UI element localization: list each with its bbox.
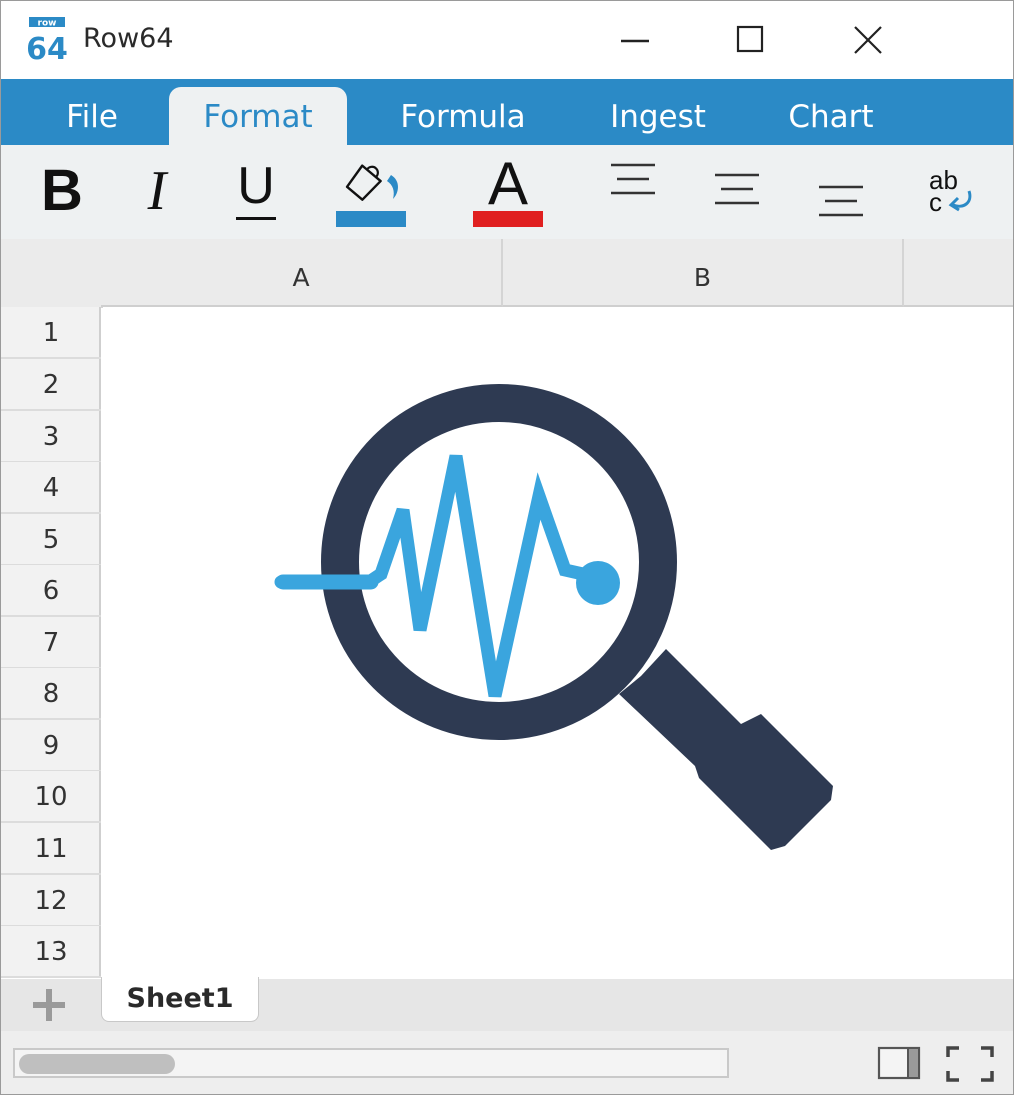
row-header-6[interactable]: 6 — [1, 565, 101, 617]
add-sheet-button[interactable] — [31, 987, 67, 1023]
row-header-13[interactable]: 13 — [1, 926, 101, 978]
app-title: Row64 — [83, 23, 174, 54]
paint-bucket-icon — [336, 164, 406, 227]
plus-icon — [33, 989, 65, 1021]
row-header-12[interactable]: 12 — [1, 875, 101, 927]
side-panel-icon — [877, 1046, 921, 1080]
underline-button[interactable]: U — [233, 155, 279, 225]
align-top-button[interactable] — [607, 161, 659, 201]
align-middle-icon — [715, 173, 759, 205]
maximize-button[interactable] — [720, 15, 780, 65]
sheet-tab-sheet1[interactable]: Sheet1 — [101, 977, 259, 1022]
magnifier-pulse-icon[interactable] — [271, 384, 841, 913]
row-header-2[interactable]: 2 — [1, 359, 101, 411]
row-header-5[interactable]: 5 — [1, 514, 101, 566]
row-header-8[interactable]: 8 — [1, 668, 101, 720]
row-header-7[interactable]: 7 — [1, 617, 101, 669]
underline-label: U — [237, 157, 275, 215]
select-all-corner[interactable] — [1, 239, 103, 308]
italic-button[interactable]: I — [135, 159, 179, 223]
fullscreen-icon — [946, 1046, 994, 1082]
sheet-tab-bar: Sheet1 — [1, 977, 1013, 1031]
column-header-b[interactable]: B — [503, 239, 904, 307]
fullscreen-button[interactable] — [945, 1045, 995, 1083]
minimize-button[interactable] — [605, 15, 665, 65]
row-header-11[interactable]: 11 — [1, 823, 101, 875]
align-middle-button[interactable] — [711, 171, 763, 211]
font-color-button[interactable]: A — [471, 153, 545, 229]
row-header-9[interactable]: 9 — [1, 720, 101, 772]
italic-label: I — [147, 160, 167, 222]
row-header-10[interactable]: 10 — [1, 771, 101, 823]
tab-ingest[interactable]: Ingest — [599, 87, 717, 145]
wrap-text-button[interactable]: ab c — [925, 167, 977, 219]
scrollbar-thumb[interactable] — [19, 1054, 175, 1074]
tab-file[interactable]: File — [51, 87, 133, 145]
align-top-icon — [611, 163, 655, 195]
row-header-4[interactable]: 4 — [1, 462, 101, 514]
row-header-3[interactable]: 3 — [1, 411, 101, 463]
fill-color-button[interactable] — [335, 155, 407, 229]
align-bottom-icon — [819, 185, 863, 217]
app-window: row 64 Row64 File Format Formula Ingest … — [0, 0, 1014, 1095]
close-button[interactable] — [838, 15, 898, 65]
svg-text:64: 64 — [27, 32, 68, 61]
ribbon-tab-bar: File Format Formula Ingest Chart — [1, 79, 1013, 145]
column-header-a[interactable]: A — [101, 239, 503, 307]
column-header-c[interactable] — [904, 239, 1013, 307]
format-toolbar: B I U A ab c — [1, 145, 1013, 239]
status-bar — [1, 1031, 1013, 1094]
row-header-1[interactable]: 1 — [1, 307, 101, 359]
bold-label: B — [41, 158, 83, 223]
title-bar[interactable]: row 64 Row64 — [1, 1, 1013, 79]
tab-format[interactable]: Format — [169, 87, 347, 145]
underline-bar — [236, 217, 276, 220]
wrap-arrow-icon — [948, 190, 972, 212]
svg-text:row: row — [38, 19, 57, 29]
align-bottom-button[interactable] — [815, 183, 867, 223]
tab-formula[interactable]: Formula — [387, 87, 539, 145]
toggle-panel-button[interactable] — [877, 1045, 923, 1081]
horizontal-scrollbar[interactable] — [13, 1048, 729, 1078]
font-color-letter: A — [487, 150, 529, 217]
fill-color-swatch — [336, 211, 406, 227]
tab-chart[interactable]: Chart — [777, 87, 885, 145]
row64-logo-icon: row 64 — [26, 17, 69, 67]
spreadsheet-grid: A B 1 2 3 4 5 6 7 8 9 10 11 12 13 — [1, 239, 1013, 979]
font-color-swatch — [473, 211, 543, 227]
bold-button[interactable]: B — [37, 159, 87, 223]
